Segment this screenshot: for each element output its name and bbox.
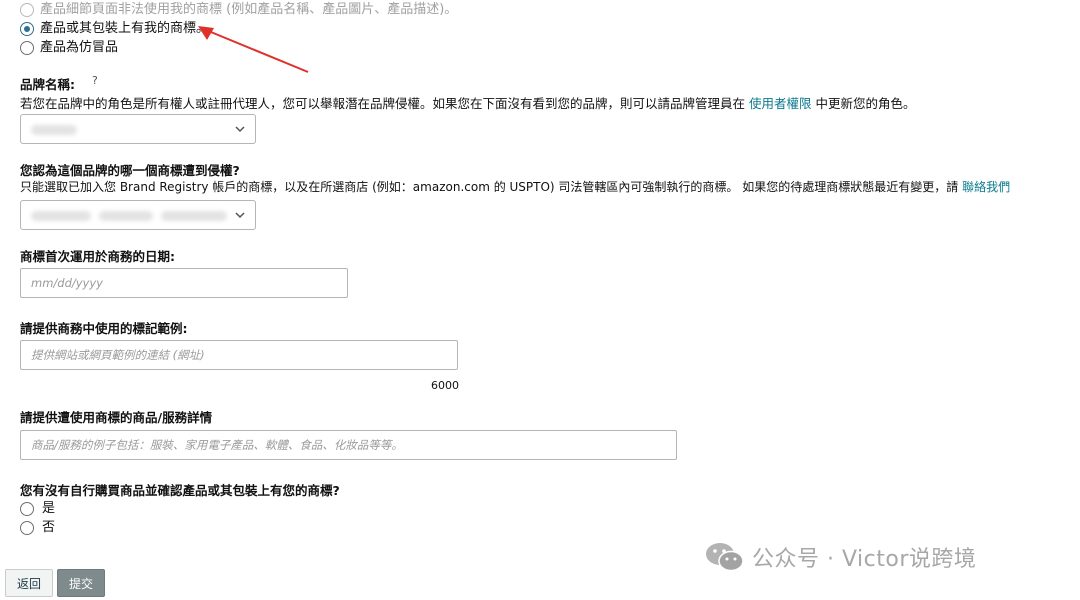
blurred-trademark-value <box>99 211 153 221</box>
blurred-brand-value <box>31 125 77 135</box>
character-counter: 6000 <box>431 379 459 392</box>
wechat-icon <box>706 543 744 572</box>
trademark-select[interactable] <box>20 200 256 230</box>
annotation-arrow-icon <box>198 26 309 73</box>
goods-details-label: 請提供遭使用商標的商品/服務詳情 <box>20 410 213 425</box>
back-button[interactable]: 返回 <box>5 569 53 597</box>
mark-example-label: 請提供商務中使用的標記範例: <box>20 321 188 336</box>
blurred-trademark-value <box>161 211 227 221</box>
trademark-label: 您認為這個品牌的哪一個商標遭到侵權? <box>20 163 240 178</box>
mark-example-url-input[interactable] <box>20 340 458 370</box>
radio-trademark-on-product[interactable] <box>20 22 34 36</box>
radio-purchase-no[interactable] <box>20 521 34 535</box>
trademark-help-text: 只能選取已加入您 Brand Registry 帳戶的商標，以及在所選商店 (例… <box>20 180 1011 194</box>
brand-name-label: 品牌名稱: <box>20 77 75 92</box>
submit-button[interactable]: 提交 <box>57 569 105 597</box>
brand-select[interactable] <box>20 114 256 144</box>
blurred-trademark-value <box>31 211 91 221</box>
purchase-no-label: 否 <box>42 520 56 535</box>
chevron-down-icon <box>235 212 245 219</box>
option-illegal-use-label: 產品細節頁面非法使用我的商標 (例如產品名稱、產品圖片、產品描述)。 <box>40 2 458 17</box>
user-permissions-link[interactable]: 使用者權限 <box>749 96 812 111</box>
goods-details-input[interactable] <box>20 430 677 460</box>
radio-purchase-yes[interactable] <box>20 502 34 516</box>
purchase-confirm-label: 您有沒有自行購買商品並確認產品或其包裝上有您的商標? <box>20 483 340 498</box>
help-icon[interactable]: ? <box>92 74 98 87</box>
radio-counterfeit[interactable] <box>20 41 34 55</box>
watermark-text: 公众号 · Victor说跨境 <box>752 547 977 572</box>
chevron-down-icon <box>235 126 245 133</box>
purchase-yes-label: 是 <box>42 501 56 516</box>
first-use-date-input[interactable] <box>20 268 348 298</box>
contact-us-link[interactable]: 聯絡我們 <box>962 180 1010 194</box>
radio-illegal-use[interactable] <box>20 3 34 17</box>
option-counterfeit-label: 產品為仿冒品 <box>40 40 119 55</box>
first-use-date-label: 商標首次運用於商務的日期: <box>20 249 175 264</box>
brand-help-text: 若您在品牌中的角色是所有權人或註冊代理人，您可以舉報潛在品牌侵權。如果您在下面沒… <box>20 96 916 111</box>
option-trademark-on-product-label: 產品或其包裝上有我的商標。 <box>40 21 210 36</box>
